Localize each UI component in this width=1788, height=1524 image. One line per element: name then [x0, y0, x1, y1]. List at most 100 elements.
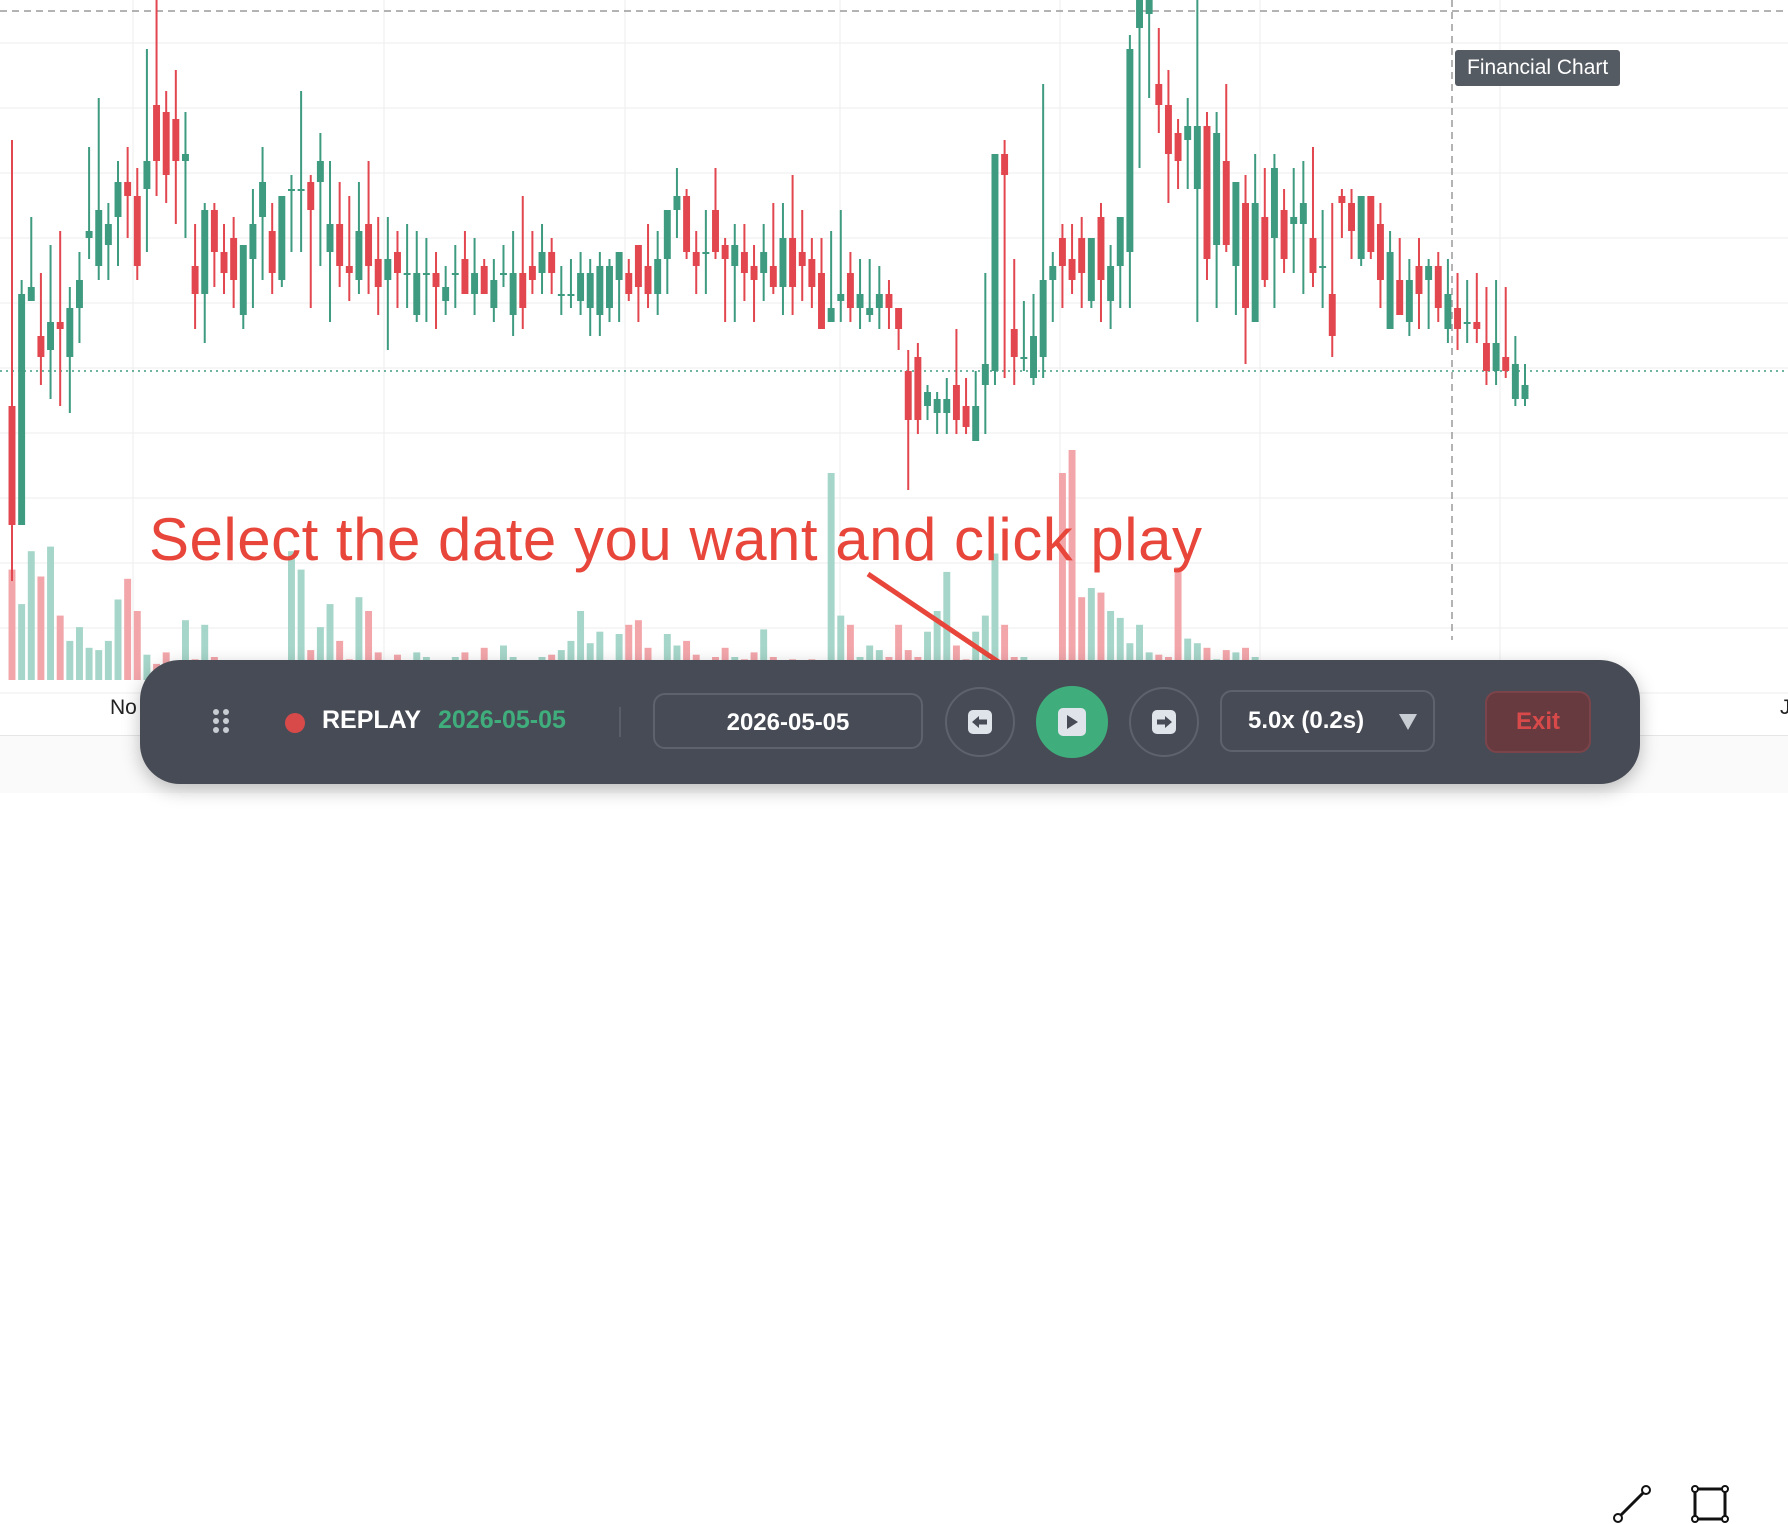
candle-body [336, 224, 344, 266]
candle-body [374, 259, 382, 287]
candle-body [827, 308, 835, 322]
candle-body [1415, 266, 1423, 294]
candle-body [1270, 168, 1278, 238]
candle-body [1126, 49, 1134, 252]
candle-body [1454, 308, 1462, 329]
candle-body [866, 308, 874, 315]
candle-body [85, 231, 93, 238]
candle-body [259, 182, 267, 217]
candle-body [1020, 357, 1028, 359]
candle-body [1367, 196, 1375, 252]
candle-body [789, 238, 797, 287]
candle-body [1309, 238, 1317, 273]
candle-body [384, 259, 392, 280]
candle-body [625, 273, 633, 294]
candle-body [133, 196, 141, 266]
volume-bar [85, 647, 93, 680]
volume-bar [75, 627, 83, 680]
candle-body [683, 196, 691, 252]
candle-body [1357, 196, 1365, 259]
candle-body [432, 273, 440, 287]
candle-body [297, 189, 305, 191]
step-back-button[interactable] [945, 687, 1015, 757]
candle-body [307, 182, 315, 210]
candle-body [1386, 252, 1394, 329]
candle-body [153, 105, 161, 161]
candle-body [952, 385, 960, 420]
candle-body [278, 196, 286, 280]
candle-body [1232, 182, 1240, 266]
candle-body [1001, 154, 1009, 175]
candle-body [1058, 238, 1066, 266]
candle-body [1087, 238, 1095, 301]
play-button[interactable] [1036, 686, 1108, 758]
candle-body [1193, 126, 1201, 189]
candle-body [326, 224, 334, 252]
chart-title-tooltip: Financial Chart [1455, 50, 1621, 86]
candle-body [1290, 217, 1298, 224]
candle-body [1328, 294, 1336, 336]
candle-body [249, 224, 257, 259]
candle-body [1425, 266, 1433, 280]
replay-date-input[interactable]: 2026-05-05 [653, 693, 923, 749]
candle-body [1164, 105, 1172, 154]
candle-body [191, 266, 199, 294]
candle-body [1299, 203, 1307, 224]
volume-bar [47, 546, 55, 680]
candle-body [1473, 322, 1481, 329]
candle-body [548, 252, 556, 273]
candle-body [230, 238, 238, 280]
candle-body [943, 399, 951, 413]
candle-body [731, 245, 739, 266]
candle-body [1434, 266, 1442, 308]
candle-body [663, 210, 671, 259]
candle-body [316, 161, 324, 182]
drag-handle-icon[interactable] [210, 706, 232, 736]
step-back-icon [968, 710, 992, 734]
candle-body [47, 322, 55, 350]
candle-body [914, 357, 922, 420]
candle-body [1319, 266, 1327, 268]
candle-body [895, 308, 903, 329]
candle-body [1521, 385, 1529, 399]
candle-body [1174, 133, 1182, 161]
candle-body [1405, 280, 1413, 322]
candle-body [875, 294, 883, 308]
volume-bar [95, 650, 103, 680]
step-forward-button[interactable] [1129, 687, 1199, 757]
candle-body [1376, 224, 1384, 280]
candle-body [1482, 343, 1490, 371]
candle-body [606, 266, 613, 308]
candle-body [490, 280, 498, 308]
chevron-down-icon [1399, 714, 1417, 730]
rectangle-tool-icon[interactable] [1690, 1484, 1730, 1524]
step-forward-icon [1152, 710, 1176, 734]
candle-body [924, 392, 931, 406]
candle-body [1155, 84, 1163, 105]
candle-body [18, 294, 26, 525]
candle-body [673, 196, 681, 210]
candle-body [856, 294, 864, 308]
instruction-annotation: Select the date you want and click play [149, 506, 1203, 573]
record-dot-icon [285, 713, 305, 733]
candle-body [1107, 266, 1115, 301]
candle-body [1030, 336, 1037, 378]
candle-body [760, 252, 768, 273]
candle-body [210, 210, 218, 252]
candle-body [972, 406, 980, 441]
candle-body [904, 371, 912, 420]
candle-body [818, 273, 825, 329]
candle-body [403, 273, 411, 275]
speed-select[interactable]: 5.0x (0.2s) [1220, 690, 1435, 752]
candle-body [740, 252, 748, 273]
candle-body [1222, 161, 1230, 245]
volume-bar [27, 551, 35, 680]
trend-line-tool-icon[interactable] [1612, 1484, 1652, 1524]
candle-body [634, 245, 642, 287]
candle-body [933, 399, 941, 413]
candle-body [162, 112, 170, 175]
candle-body [721, 245, 729, 259]
candle-body [692, 252, 700, 266]
candle-body [75, 280, 83, 308]
exit-replay-button[interactable]: Exit [1485, 691, 1591, 753]
